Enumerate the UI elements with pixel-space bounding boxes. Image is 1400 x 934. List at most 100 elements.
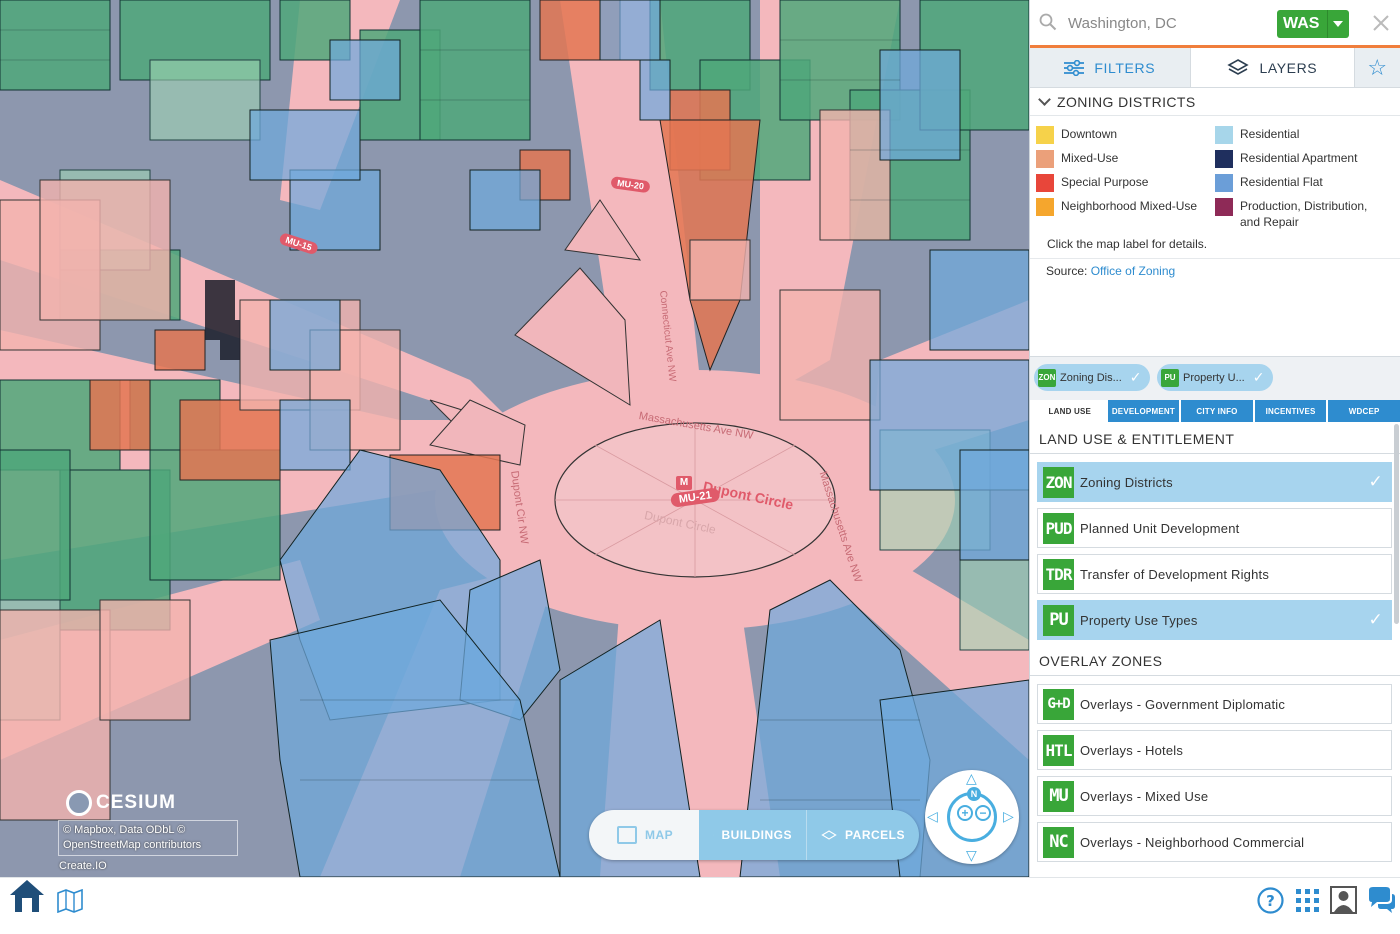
check-icon: ✓ — [1129, 369, 1142, 385]
home-icon[interactable] — [8, 878, 46, 914]
legend-swatch — [1215, 150, 1233, 168]
apps-grid-icon[interactable] — [1295, 888, 1320, 913]
search-icon — [1039, 13, 1057, 31]
chat-icon[interactable] — [1366, 886, 1396, 914]
tab-filters-label: FILTERS — [1094, 59, 1156, 76]
chip-zoning[interactable]: ZON Zoning Dis... ✓ — [1034, 364, 1150, 391]
city-selector-button[interactable]: WAS — [1277, 10, 1349, 38]
pan-down-icon[interactable]: ▽ — [966, 848, 977, 862]
parcels-mode-button[interactable]: PARCELS — [807, 810, 919, 860]
cesium-wordmark: CESIUM — [96, 792, 176, 813]
tab-wdcep[interactable]: WDCEP — [1328, 400, 1400, 422]
layer-item-transfer-of-development-rights[interactable]: TDR Transfer of Development Rights — [1037, 554, 1392, 594]
layer-label: Planned Unit Development — [1080, 520, 1240, 536]
legend-swatch — [1036, 174, 1054, 192]
createio-credit[interactable]: Create.IO — [59, 860, 107, 872]
close-icon[interactable] — [1370, 12, 1392, 34]
layer-label: Overlays - Mixed Use — [1080, 788, 1209, 804]
layer-item-overlay-mixed-use[interactable]: MU Overlays - Mixed Use — [1037, 776, 1392, 816]
bottom-toolbar: ? — [0, 877, 1400, 934]
tab-development[interactable]: DEVELOPMENT — [1107, 400, 1180, 422]
search-input[interactable] — [1068, 12, 1268, 34]
tab-filters[interactable]: FILTERS — [1030, 48, 1191, 87]
svg-text:?: ? — [1266, 892, 1275, 910]
pan-left-icon[interactable]: ◁ — [927, 809, 938, 823]
layer-label: Overlays - Neighborhood Commercial — [1080, 834, 1305, 850]
layer-label: Transfer of Development Rights — [1080, 566, 1270, 582]
legend-label: Downtown — [1061, 127, 1118, 141]
zoning-legend: Downtown Mixed-Use Special Purpose Neigh… — [1030, 116, 1400, 229]
layer-code-badge: HTL — [1043, 734, 1074, 766]
zoom-out-icon[interactable]: − — [975, 805, 991, 821]
chip-property-use[interactable]: PU Property U... ✓ — [1157, 364, 1273, 391]
layer-item-overlay-hotels[interactable]: HTL Overlays - Hotels — [1037, 730, 1392, 770]
section-heading-overlay: OVERLAY ZONES — [1030, 646, 1400, 676]
layer-item-zoning-districts[interactable]: ZON Zoning Districts ✓ — [1037, 462, 1392, 502]
legend-swatch — [1215, 198, 1233, 216]
zoning-districts-header[interactable]: ZONING DISTRICTS — [1030, 88, 1400, 116]
legend-item: Special Purpose — [1036, 174, 1148, 192]
legend-item: Downtown — [1036, 126, 1117, 144]
navigation-compass[interactable]: △ ▽ ◁ ▷ N + − — [925, 770, 1019, 864]
legend-label: Special Purpose — [1061, 175, 1149, 189]
layer-item-planned-unit-development[interactable]: PUD Planned Unit Development — [1037, 508, 1392, 548]
map-book-icon[interactable] — [57, 889, 83, 913]
attribution-line-2[interactable]: OpenStreetMap contributors — [63, 838, 233, 853]
tab-layers[interactable]: LAYERS — [1190, 48, 1355, 87]
side-panel: WAS FILTERS LAYERS ☆ ZONING D — [1029, 0, 1400, 877]
metro-icon: M — [676, 476, 692, 490]
legend-swatch — [1036, 198, 1054, 216]
legend-item: Neighborhood Mixed-Use — [1036, 198, 1197, 216]
layer-label: Zoning Districts — [1080, 474, 1173, 490]
help-icon[interactable]: ? — [1257, 887, 1284, 914]
legend-item: Residential Flat — [1215, 174, 1323, 192]
divider — [1030, 258, 1400, 259]
pan-right-icon[interactable]: ▷ — [1003, 809, 1014, 823]
tab-incentives[interactable]: INCENTIVES — [1254, 400, 1327, 422]
legend-label: Neighborhood Mixed-Use — [1061, 199, 1198, 213]
layer-list-scrollbar[interactable] — [1394, 424, 1399, 624]
search-bar: WAS — [1030, 0, 1400, 48]
cesium-logo-icon — [66, 790, 92, 816]
tab-land-use[interactable]: LAND USE — [1034, 400, 1106, 422]
legend-item: Residential — [1215, 126, 1299, 144]
layer-category-tabs: LAND USE DEVELOPMENT CITY INFO INCENTIVE… — [1034, 400, 1400, 422]
map-mode-button[interactable]: MAP — [589, 810, 699, 860]
layer-item-overlay-neighborhood-commercial[interactable]: NC Overlays - Neighborhood Commercial — [1037, 822, 1392, 862]
layer-item-property-use-types[interactable]: PU Property Use Types ✓ — [1037, 600, 1392, 640]
legend-label: Mixed-Use — [1061, 151, 1119, 165]
map-scene[interactable] — [0, 0, 1029, 877]
north-indicator[interactable]: N — [967, 787, 981, 801]
attribution-line-1: © Mapbox, Data ODbL © — [63, 824, 186, 836]
layer-code-badge: MU — [1043, 780, 1074, 812]
chip-label: Zoning Dis... — [1060, 371, 1122, 384]
pan-up-icon[interactable]: △ — [966, 771, 977, 785]
layer-list[interactable]: LAND USE & ENTITLEMENT ZON Zoning Distri… — [1030, 424, 1400, 877]
layer-code-badge: PUD — [1043, 512, 1074, 544]
tab-city-info[interactable]: CITY INFO — [1181, 400, 1253, 422]
source-link[interactable]: Office of Zoning — [1091, 264, 1176, 278]
zoning-districts-title: ZONING DISTRICTS — [1057, 93, 1196, 110]
map-view[interactable]: Dupont Circle Dupont Circle M MU-21 MU-2… — [0, 0, 1029, 877]
cesium-logo[interactable]: CESIUM — [66, 790, 176, 816]
legend-hint: Click the map label for details. — [1047, 237, 1208, 251]
legend-label: Residential Flat — [1240, 175, 1323, 189]
layer-label: Property Use Types — [1080, 612, 1198, 628]
check-icon: ✓ — [1368, 610, 1383, 629]
chip-badge: PU — [1161, 368, 1179, 387]
favorites-button[interactable]: ☆ — [1354, 48, 1400, 87]
panel-tabs: FILTERS LAYERS ☆ — [1030, 48, 1400, 88]
layer-item-overlay-government-diplomatic[interactable]: G+D Overlays - Government Diplomatic — [1037, 684, 1392, 724]
zoom-in-icon[interactable]: + — [957, 805, 973, 821]
layer-code-badge: TDR — [1043, 558, 1074, 590]
map-attribution[interactable]: © Mapbox, Data ODbL © OpenStreetMap cont… — [58, 820, 238, 856]
user-profile-icon[interactable] — [1330, 886, 1357, 914]
legend-swatch — [1215, 174, 1233, 192]
layer-label: Overlays - Government Diplomatic — [1080, 696, 1286, 712]
parcel-icon — [821, 830, 837, 840]
layer-code-badge: G+D — [1043, 688, 1074, 720]
legend-swatch — [1036, 126, 1054, 144]
chip-badge: ZON — [1038, 368, 1056, 387]
buildings-mode-button[interactable]: BUILDINGS — [699, 810, 807, 860]
map-mode-switch: MAP BUILDINGS PARCELS — [589, 810, 919, 860]
